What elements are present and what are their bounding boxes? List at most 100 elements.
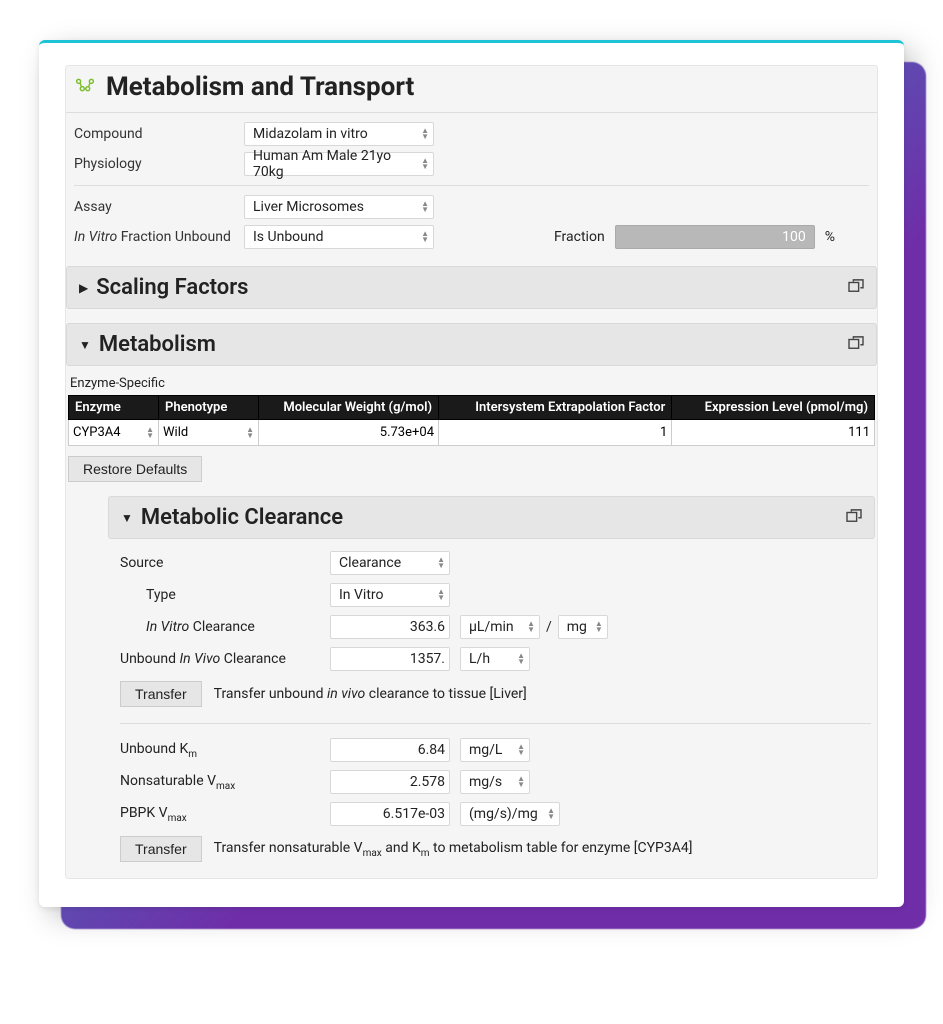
pbpk-value-field[interactable]: 6.517e-03	[330, 802, 450, 826]
ivfu-label: In Vitro Fraction Unbound	[74, 229, 244, 245]
type-row: Type In Vitro ▲▼	[120, 579, 871, 611]
assay-label: Assay	[74, 199, 244, 215]
stepper-icon[interactable]: ▲▼	[527, 621, 535, 633]
cell-phenotype[interactable]: Wild▲▼	[159, 420, 259, 446]
stepper-icon[interactable]: ▲▼	[421, 128, 429, 140]
vmax-unit-select[interactable]: mg/s ▲▼	[460, 770, 530, 794]
stepper-icon[interactable]: ▲▼	[146, 427, 154, 439]
th-expr: Expression Level (pmol/mg)	[672, 396, 875, 420]
pbpk-label: PBPK Vmax	[120, 805, 320, 824]
type-select[interactable]: In Vitro ▲▼	[330, 583, 450, 607]
scaling-title: Scaling Factors	[96, 275, 248, 300]
ivc-label: In Vitro Clearance	[120, 619, 320, 635]
molecule-icon	[74, 75, 96, 99]
stepper-icon[interactable]: ▲▼	[421, 201, 429, 213]
table-row: CYP3A4▲▼ Wild▲▼ 5.73e+04 1 111	[69, 420, 875, 446]
cell-expr[interactable]: 111	[672, 420, 875, 446]
transfer-button[interactable]: Transfer	[120, 836, 202, 862]
caret-down-icon: ▼	[79, 338, 91, 352]
metabolic-clearance-accordion[interactable]: ▼ Metabolic Clearance	[108, 496, 875, 539]
source-label: Source	[120, 555, 320, 571]
clearance-title: Metabolic Clearance	[141, 505, 343, 530]
slash: /	[546, 619, 552, 635]
transfer1-text: Transfer unbound in vivo clearance to ti…	[214, 686, 527, 702]
km-label: Unbound Km	[120, 741, 320, 760]
fraction-label: Fraction	[554, 229, 605, 245]
physiology-label: Physiology	[74, 156, 244, 172]
metabolism-accordion[interactable]: ▼ Metabolism	[66, 323, 877, 366]
th-mw: Molecular Weight (g/mol)	[259, 396, 439, 420]
cell-enzyme[interactable]: CYP3A4▲▼	[69, 420, 159, 446]
page-title-row: Metabolism and Transport	[66, 70, 877, 113]
enzyme-specific-label: Enzyme-Specific	[70, 376, 875, 391]
vmax-label: Nonsaturable Vmax	[120, 773, 320, 792]
source-row: Source Clearance ▲▼	[120, 547, 871, 579]
physiology-row: Physiology Human Am Male 21yo 70kg ▲▼	[74, 149, 869, 179]
pbpk-unit-select[interactable]: (mg/s)/mg ▲▼	[460, 802, 560, 826]
assay-row: Assay Liver Microsomes ▲▼	[74, 192, 869, 222]
compound-select[interactable]: Midazolam in vitro ▲▼	[244, 122, 434, 146]
km-unit-select[interactable]: mg/L ▲▼	[460, 738, 530, 762]
unbound-invivo-row: Unbound In Vivo Clearance 1357. L/h ▲▼	[120, 643, 871, 675]
vmax-value-field[interactable]: 2.578	[330, 770, 450, 794]
ivc-unit2-select[interactable]: mg ▲▼	[558, 615, 608, 639]
uivc-label: Unbound In Vivo Clearance	[120, 651, 320, 667]
clearance-content: Source Clearance ▲▼ Type In Vitro ▲▼	[108, 539, 875, 868]
physiology-value: Human Am Male 21yo 70kg	[253, 148, 417, 180]
scaling-factors-accordion[interactable]: ▶ Scaling Factors	[66, 266, 877, 309]
restore-defaults-button[interactable]: Restore Defaults	[68, 456, 202, 482]
ivfu-row: In Vitro Fraction Unbound Is Unbound ▲▼ …	[74, 222, 869, 252]
ivfu-value: Is Unbound	[253, 229, 324, 245]
uivc-value-field[interactable]: 1357.	[330, 647, 450, 671]
stepper-icon[interactable]: ▲▼	[246, 427, 254, 439]
popout-icon[interactable]	[846, 508, 862, 527]
transfer-button[interactable]: Transfer	[120, 681, 202, 707]
assay-select[interactable]: Liver Microsomes ▲▼	[244, 195, 434, 219]
transfer2-text: Transfer nonsaturable Vmax and Km to met…	[214, 840, 693, 859]
stepper-icon[interactable]: ▲▼	[517, 744, 525, 756]
stepper-icon[interactable]: ▲▼	[517, 653, 525, 665]
th-phenotype: Phenotype	[159, 396, 259, 420]
uivc-unit-select[interactable]: L/h ▲▼	[460, 647, 530, 671]
stepper-icon[interactable]: ▲▼	[595, 621, 603, 633]
stepper-icon[interactable]: ▲▼	[437, 557, 445, 569]
physiology-select[interactable]: Human Am Male 21yo 70kg ▲▼	[244, 152, 434, 176]
main-panel: Metabolism and Transport Compound Midazo…	[65, 65, 878, 879]
fraction-field: 100	[615, 225, 815, 249]
invitro-clearance-row: In Vitro Clearance 363.6 µL/min ▲▼ /	[120, 611, 871, 643]
caret-right-icon: ▶	[79, 281, 88, 295]
table-header-row: Enzyme Phenotype Molecular Weight (g/mol…	[69, 396, 875, 420]
fraction-unit: %	[825, 229, 835, 245]
source-select[interactable]: Clearance ▲▼	[330, 551, 450, 575]
ivfu-select[interactable]: Is Unbound ▲▼	[244, 225, 434, 249]
th-isef: Intersystem Extrapolation Factor	[439, 396, 672, 420]
stepper-icon[interactable]: ▲▼	[437, 589, 445, 601]
pbpk-row: PBPK Vmax 6.517e-03 (mg/s)/mg ▲▼	[120, 798, 871, 830]
popout-icon[interactable]	[848, 335, 864, 354]
ivc-unit1-select[interactable]: µL/min ▲▼	[460, 615, 540, 639]
stepper-icon[interactable]: ▲▼	[547, 808, 555, 820]
cell-mw[interactable]: 5.73e+04	[259, 420, 439, 446]
km-row: Unbound Km 6.84 mg/L ▲▼	[120, 734, 871, 766]
km-value-field[interactable]: 6.84	[330, 738, 450, 762]
ivc-value-field[interactable]: 363.6	[330, 615, 450, 639]
caret-down-icon: ▼	[121, 511, 133, 525]
compound-label: Compound	[74, 126, 244, 142]
type-label: Type	[120, 587, 320, 603]
transfer1-row: Transfer Transfer unbound in vivo cleara…	[120, 675, 871, 713]
th-enzyme: Enzyme	[69, 396, 159, 420]
compound-value: Midazolam in vitro	[253, 126, 368, 142]
metabolism-content: Enzyme-Specific Enzyme Phenotype Molecul…	[66, 376, 877, 868]
stepper-icon[interactable]: ▲▼	[421, 158, 429, 170]
stepper-icon[interactable]: ▲▼	[421, 231, 429, 243]
popout-icon[interactable]	[848, 278, 864, 297]
cell-isef[interactable]: 1	[439, 420, 672, 446]
metabolism-title: Metabolism	[99, 332, 216, 357]
main-card: Metabolism and Transport Compound Midazo…	[39, 40, 904, 907]
stepper-icon[interactable]: ▲▼	[517, 776, 525, 788]
vmax-row: Nonsaturable Vmax 2.578 mg/s ▲▼	[120, 766, 871, 798]
enzyme-table: Enzyme Phenotype Molecular Weight (g/mol…	[68, 395, 875, 446]
compound-row: Compound Midazolam in vitro ▲▼	[74, 119, 869, 149]
page-title: Metabolism and Transport	[106, 72, 414, 102]
assay-value: Liver Microsomes	[253, 199, 364, 215]
